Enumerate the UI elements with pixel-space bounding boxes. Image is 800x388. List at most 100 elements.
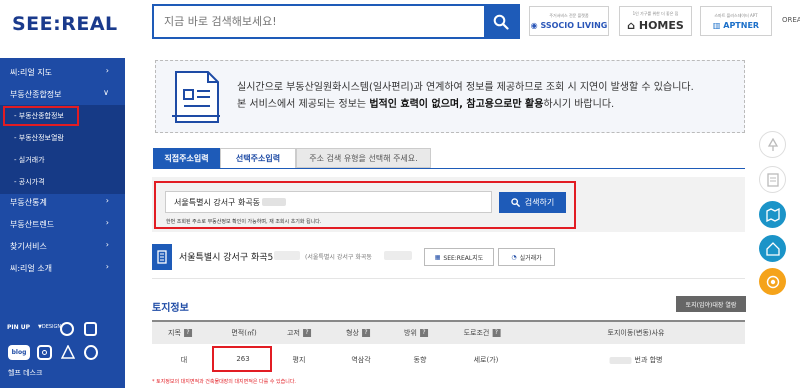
sidebar-subitem-label: - 공시가격 xyxy=(14,178,45,186)
result-sub-address: (서울특별시 강서구 화곡동 xyxy=(305,254,372,261)
partner-name: ◉ SSOCIO LIVING xyxy=(531,21,608,30)
help-icon[interactable]: ? xyxy=(183,329,192,337)
certification-icon[interactable] xyxy=(60,344,76,360)
header: SEE:REAL 주거서비스 전문 플랫폼 ◉ SSOCIO LIVING 1인… xyxy=(0,0,800,48)
building-result-icon xyxy=(152,244,172,270)
sidebar-subitem-realestate-info[interactable]: - 부동산종합정보 xyxy=(3,106,79,126)
help-desk-label[interactable]: 헬프 데스크 xyxy=(8,368,42,378)
table-header-cell: 방위? xyxy=(404,328,428,338)
sidebar-subitem-label: - 실거래가 xyxy=(14,156,45,164)
partner-name: ⌂ HOMES xyxy=(627,19,684,32)
page: SEE:REAL 주거서비스 전문 플랫폼 ◉ SSOCIO LIVING 1인… xyxy=(0,0,800,388)
partner-aptner[interactable]: 스마트 플러스데이터 APT ▥ APTNER xyxy=(700,6,772,36)
header-elevation: 고저 xyxy=(287,329,300,337)
quick-menu-coin-icon[interactable] xyxy=(759,268,786,295)
site-logo[interactable]: SEE:REAL xyxy=(12,13,118,35)
design-award-label: DESIGN xyxy=(41,324,62,330)
partner-name-text: APTNER xyxy=(723,20,760,30)
table-cell: 번과 합병 xyxy=(609,355,663,365)
table-cell: 역삼각 xyxy=(351,356,371,364)
notice-line2-bold: 법적인 효력이 없으며, 참고용으로만 활용 xyxy=(369,99,544,110)
sidebar-subitem-info-view[interactable]: - 부동산정보열람 xyxy=(0,128,125,148)
notice-line1: 실시간으로 부동산일원화시스템(일사편리)과 연계하여 정보를 제공하므로 조회… xyxy=(237,82,694,93)
chevron-right-icon: › xyxy=(105,240,109,249)
sidebar-subitem-label: - 부동산정보열람 xyxy=(14,134,64,142)
redacted-value xyxy=(274,251,300,260)
table-header-cell: 토지이동(변동)사유 xyxy=(608,328,665,338)
quick-menu-pin-icon[interactable] xyxy=(759,131,786,158)
sidebar-subitem-label: - 부동산종합정보 xyxy=(14,112,64,120)
sidebar-item-trend[interactable]: 부동산트렌드 › xyxy=(0,213,125,235)
header-direction: 방위 xyxy=(404,329,417,337)
highlight-address-search xyxy=(154,181,576,229)
help-icon[interactable]: ? xyxy=(419,329,428,337)
tab-hint: 주소 검색 유형을 선택해 주세요. xyxy=(296,148,431,168)
global-search-input[interactable] xyxy=(154,6,484,37)
global-search xyxy=(152,4,520,39)
quick-menu-map-icon[interactable] xyxy=(759,201,786,228)
map-icon: ▦ xyxy=(434,253,441,261)
partner-sub: 주거서비스 전문 플랫폼 xyxy=(549,12,589,18)
ssocio-logo-icon: ◉ xyxy=(530,20,538,30)
sidebar-item-label: 씨:리얼 지도 xyxy=(10,67,53,77)
tab-underline xyxy=(153,168,745,169)
notice-line2-pre: 본 서비스에서 제공되는 정보는 xyxy=(237,99,370,110)
trade-price-button-label: 실거래가 xyxy=(519,254,542,262)
building-icon: ▥ xyxy=(712,20,721,30)
document-icon xyxy=(172,70,220,128)
global-search-button[interactable] xyxy=(484,6,518,37)
language-select[interactable]: OREAN ∨ xyxy=(782,16,800,24)
tab-direct-address[interactable]: 직접주소입력 xyxy=(153,148,220,168)
partner-name: ▥ APTNER xyxy=(713,21,759,30)
instagram-icon[interactable] xyxy=(37,345,52,360)
table-header-cell: 고저? xyxy=(287,328,311,338)
table-cell: 동향 xyxy=(413,356,427,364)
land-footnote: * 토지정보의 대지면적과 건축물대장의 대지면적은 다를 수 있습니다. xyxy=(152,379,297,385)
table-header-cell: 지목? xyxy=(168,328,192,338)
partner-ssocio-living[interactable]: 주거서비스 전문 플랫폼 ◉ SSOCIO LIVING xyxy=(529,6,609,36)
sidebar-subitem-trade-price[interactable]: - 실거래가 xyxy=(0,150,125,170)
land-ledger-button[interactable]: 토지(임야)대장 열람 xyxy=(676,296,746,312)
blog-icon[interactable]: blog xyxy=(8,345,30,360)
chevron-right-icon: › xyxy=(105,218,109,227)
table-cell: 세로(가) xyxy=(473,356,499,364)
chevron-right-icon: › xyxy=(105,66,109,75)
sidebar-item-map[interactable]: 씨:리얼 지도 › xyxy=(0,61,125,83)
help-icon[interactable]: ? xyxy=(361,329,370,337)
header-area: 면적(㎡) xyxy=(231,329,257,337)
quick-menu-house-icon[interactable] xyxy=(759,235,786,262)
sidebar-subitem-public-price[interactable]: - 공시가격 xyxy=(0,172,125,192)
change-reason-text: 번과 합병 xyxy=(634,356,663,364)
notice-line2-post: 하시기 바랍니다. xyxy=(543,99,615,110)
home-icon: ⌂ xyxy=(627,18,636,32)
quick-menu-document-icon[interactable] xyxy=(759,166,786,193)
highlight-area-value xyxy=(212,346,272,372)
pinup-award-logo: PIN UP xyxy=(7,324,31,331)
sidebar-item-about[interactable]: 씨:리얼 소개 › xyxy=(0,257,125,279)
award-badge-icon xyxy=(60,322,74,336)
land-info-title: 토지정보 xyxy=(152,303,189,314)
help-icon[interactable]: ? xyxy=(492,329,501,337)
trade-price-button[interactable]: ◔ 실거래가 xyxy=(498,248,555,266)
help-icon[interactable]: ? xyxy=(302,329,311,337)
sidebar-item-find-service[interactable]: 찾기서비스 › xyxy=(0,235,125,257)
table-header-cell: 면적(㎡) xyxy=(231,328,256,338)
design-award-logo: ▼DESIGN xyxy=(38,324,61,330)
table-header-cell: 도로조건? xyxy=(464,328,501,338)
sidebar-item-label: 부동산종합정보 xyxy=(10,89,62,99)
result-address: 서울특별시 강서구 화곡5 xyxy=(179,253,274,263)
trade-icon: ◔ xyxy=(511,253,517,261)
seereal-map-button[interactable]: ▦ SEE:REAL지도 xyxy=(424,248,494,266)
partner-name-text: SSOCIO LIVING xyxy=(540,20,608,30)
chevron-right-icon: › xyxy=(105,262,109,271)
sidebar-item-realestate-info[interactable]: 부동산종합정보 ∨ xyxy=(0,83,125,105)
notice-line2: 본 서비스에서 제공되는 정보는 법적인 효력이 없으며, 참고용으로만 활용하… xyxy=(237,96,694,113)
header-road-condition: 도로조건 xyxy=(463,329,490,337)
sidebar-item-statistics[interactable]: 부동산통계 › xyxy=(0,191,125,213)
redacted-value xyxy=(384,251,412,260)
shield-badge-icon xyxy=(84,322,97,336)
tab-select-address[interactable]: 선택주소입력 xyxy=(220,148,296,168)
partner-sub: 1인 가구를 위한 더 좋은 집 xyxy=(632,10,679,16)
partner-homes[interactable]: 1인 가구를 위한 더 좋은 집 ⌂ HOMES xyxy=(619,6,692,36)
section-divider xyxy=(152,278,745,279)
